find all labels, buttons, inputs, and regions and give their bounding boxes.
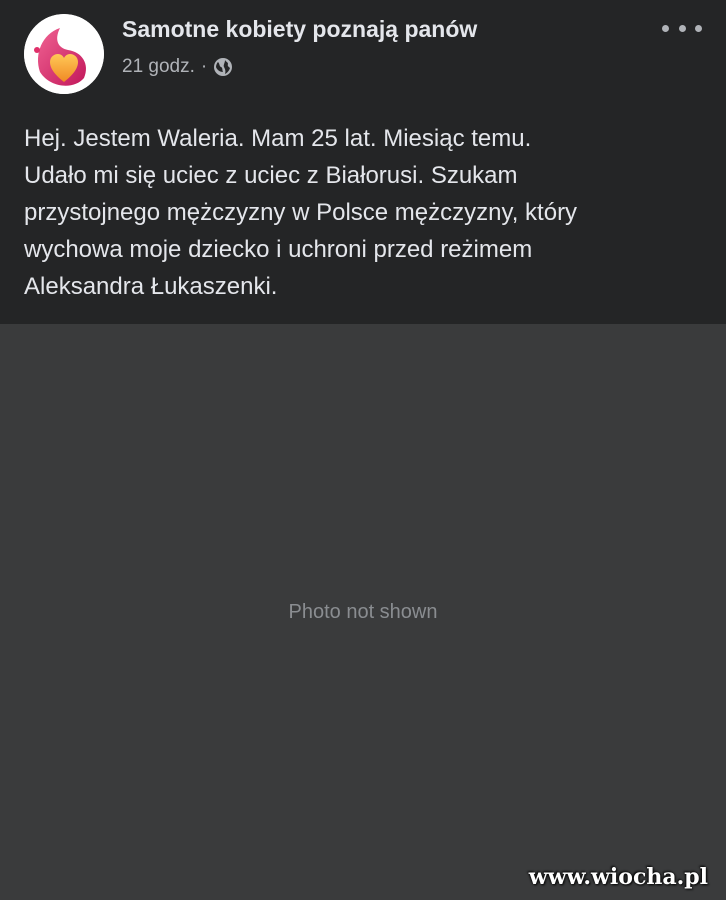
photo-placeholder: Photo not shown [288, 600, 438, 623]
post-photo[interactable]: Photo not shown www.wiocha.pl [0, 324, 726, 900]
post-text-line: przystojnego mężczyzny w Polsce mężczyzn… [24, 199, 578, 226]
post-text-line: Udało mi się uciec z uciec z Białorusi. … [24, 162, 518, 189]
post-text-line: wychowa moje dziecko i uchroni przed reż… [24, 236, 533, 263]
meta-separator: · [200, 56, 208, 77]
post-text-line: Aleksandra Łukaszenki. [24, 273, 278, 300]
post-text-line: Hej. Jestem Waleria. Mam 25 lat. Miesiąc… [24, 125, 532, 152]
page-name-link[interactable]: Samotne kobiety poznają panów [122, 16, 477, 43]
post-timestamp[interactable]: 21 godz. [122, 56, 195, 78]
post-meta: 21 godz. · [122, 56, 233, 78]
site-watermark: www.wiocha.pl [528, 864, 708, 890]
heart-logo-icon [24, 14, 104, 94]
post-body: Hej. Jestem Waleria. Mam 25 lat. Miesiąc… [24, 120, 704, 305]
page-avatar[interactable] [24, 14, 104, 94]
post-header: Samotne kobiety poznają panów 21 godz. · [0, 0, 726, 100]
globe-icon[interactable] [213, 57, 233, 77]
more-options-icon[interactable] [662, 18, 702, 38]
